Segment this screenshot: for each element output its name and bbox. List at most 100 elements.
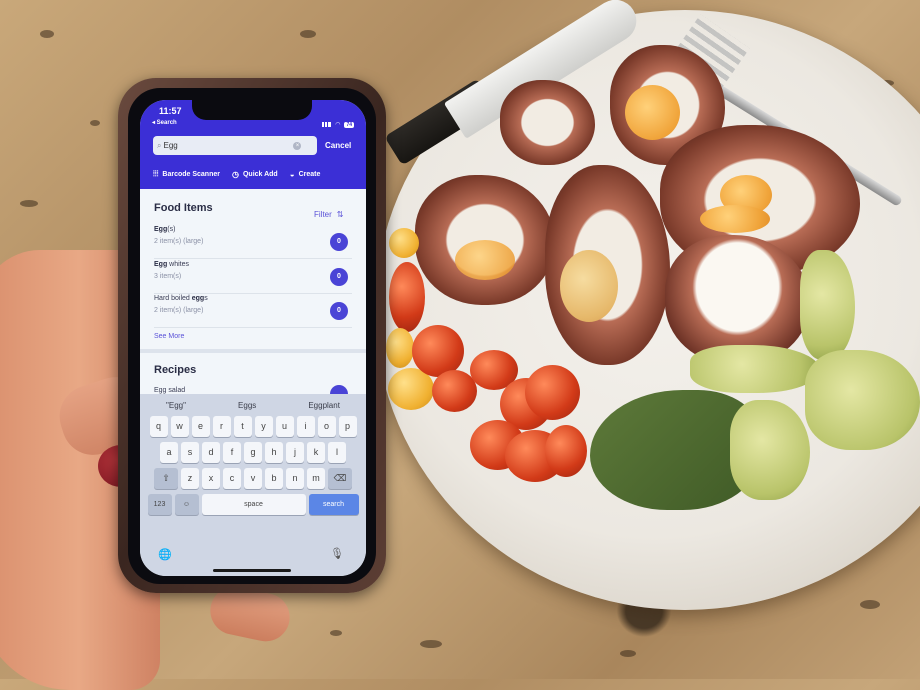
space-key[interactable]: space: [201, 494, 306, 515]
cancel-button[interactable]: Cancel: [325, 141, 351, 150]
food-item[interactable]: Egg whites 3 item(s) 0: [154, 261, 352, 294]
ham-cup: [500, 80, 595, 165]
see-more-link[interactable]: See More: [154, 333, 184, 340]
suggestion[interactable]: "Egg": [166, 401, 186, 410]
numbers-key[interactable]: 123: [147, 494, 172, 515]
letter-key[interactable]: t: [233, 416, 252, 437]
tomato: [545, 425, 587, 477]
filter-icon: ⇅: [336, 210, 344, 219]
speck: [90, 120, 100, 126]
letter-key[interactable]: p: [338, 416, 357, 437]
letter-key[interactable]: a: [160, 442, 178, 463]
filter-button[interactable]: Filter ⇅: [314, 210, 343, 219]
search-key[interactable]: search: [308, 494, 359, 515]
letter-key[interactable]: m: [307, 468, 325, 489]
keyboard-bottom-bar: 🌐 🎙: [140, 544, 366, 576]
key-row-3: ⇧ zxcvbnm ⌫: [140, 468, 366, 489]
avocado-slice: [800, 250, 855, 360]
barcode-icon: ⦙⦙⦙: [153, 169, 159, 178]
food-item[interactable]: Hard boiled eggs 2 item(s) (large) 0: [154, 295, 352, 328]
suggestion-bar: "Egg" Eggs Eggplant: [140, 394, 366, 416]
bowl-icon: ◒: [289, 169, 295, 179]
backspace-key[interactable]: ⌫: [328, 468, 352, 489]
globe-icon[interactable]: 🌐: [158, 548, 172, 561]
tomato: [525, 365, 580, 420]
clear-icon[interactable]: ×: [293, 141, 302, 150]
letter-key[interactable]: d: [202, 442, 220, 463]
food-item-name: Egg whites: [154, 261, 190, 268]
food-item[interactable]: Egg(s) 2 item(s) (large) 0: [154, 226, 352, 259]
signal-icon: [322, 122, 332, 127]
letter-key[interactable]: l: [328, 442, 346, 463]
key-row-4: 123 ☺ space search: [140, 494, 366, 515]
food-item-name: Egg(s): [154, 226, 176, 233]
egg-yolk: [625, 85, 680, 140]
letter-key[interactable]: v: [244, 468, 262, 489]
add-food-button[interactable]: 0: [330, 233, 348, 251]
shift-key[interactable]: ⇧: [154, 468, 178, 489]
letter-key[interactable]: b: [265, 468, 283, 489]
letter-key[interactable]: s: [181, 442, 199, 463]
battery-icon: 74: [344, 121, 354, 128]
timer-icon: ◷: [231, 169, 239, 179]
notch: [192, 100, 312, 120]
letter-key[interactable]: z: [181, 468, 199, 489]
egg-yolk: [455, 240, 515, 280]
letter-key[interactable]: q: [149, 416, 168, 437]
speck: [20, 200, 38, 207]
status-time: 11:57: [159, 106, 182, 116]
speck: [330, 630, 342, 636]
letter-key[interactable]: j: [286, 442, 304, 463]
suggestion[interactable]: Eggplant: [308, 401, 340, 410]
search-box[interactable]: ⌕ ×: [153, 136, 317, 155]
emoji-key[interactable]: ☺: [174, 494, 199, 515]
letter-key[interactable]: g: [244, 442, 262, 463]
letter-key[interactable]: c: [223, 468, 241, 489]
status-indicators: ◠ 74: [322, 121, 354, 128]
microphone-icon[interactable]: 🎙: [330, 547, 344, 560]
barcode-scanner-button[interactable]: ⦙⦙⦙ Barcode Scanner: [153, 169, 220, 179]
create-button[interactable]: ◒ Create: [290, 170, 321, 179]
home-indicator[interactable]: [213, 569, 291, 572]
section-divider: [140, 349, 366, 353]
search-input[interactable]: [161, 141, 294, 150]
back-to-search-link[interactable]: ◂ Search: [152, 119, 177, 126]
letter-key[interactable]: r: [212, 416, 231, 437]
yellow-tomato: [389, 228, 419, 258]
letter-key[interactable]: k: [307, 442, 325, 463]
food-items-title: Food Items: [154, 202, 213, 214]
suggestion[interactable]: Eggs: [238, 401, 256, 410]
food-item-serving: 2 item(s) (large): [154, 307, 204, 314]
quick-add-button[interactable]: ◷ Quick Add: [232, 170, 278, 179]
letter-key[interactable]: f: [223, 442, 241, 463]
key-row-1: qwertyuiop: [140, 416, 366, 437]
add-food-button[interactable]: 0: [330, 302, 348, 320]
food-item-name: Hard boiled eggs: [154, 295, 208, 302]
speck: [420, 640, 442, 648]
yellow-tomato: [386, 328, 414, 368]
recipes-title: Recipes: [154, 364, 197, 376]
letter-key[interactable]: w: [170, 416, 189, 437]
letter-key[interactable]: i: [296, 416, 315, 437]
letter-keys: zxcvbnm: [181, 468, 325, 489]
letter-key[interactable]: e: [191, 416, 210, 437]
letter-key[interactable]: x: [202, 468, 220, 489]
letter-key[interactable]: n: [286, 468, 304, 489]
keyboard: "Egg" Eggs Eggplant qwertyuiop asdfghjkl…: [140, 394, 366, 576]
food-item-serving: 3 item(s): [154, 273, 182, 280]
avocado-slice: [690, 345, 820, 393]
avocado-slice: [730, 400, 810, 500]
letter-key[interactable]: y: [254, 416, 273, 437]
speck: [860, 600, 880, 609]
filter-label: Filter: [314, 210, 332, 219]
letter-key[interactable]: u: [275, 416, 294, 437]
letter-key[interactable]: h: [265, 442, 283, 463]
letter-key[interactable]: o: [317, 416, 336, 437]
recipe-item-name: Egg salad: [154, 387, 186, 394]
speck: [620, 650, 636, 657]
speck: [40, 30, 54, 38]
egg-yolk: [560, 250, 618, 322]
create-label: Create: [298, 170, 321, 178]
add-food-button[interactable]: 0: [330, 268, 348, 286]
key-row-2: asdfghjkl: [140, 442, 366, 463]
